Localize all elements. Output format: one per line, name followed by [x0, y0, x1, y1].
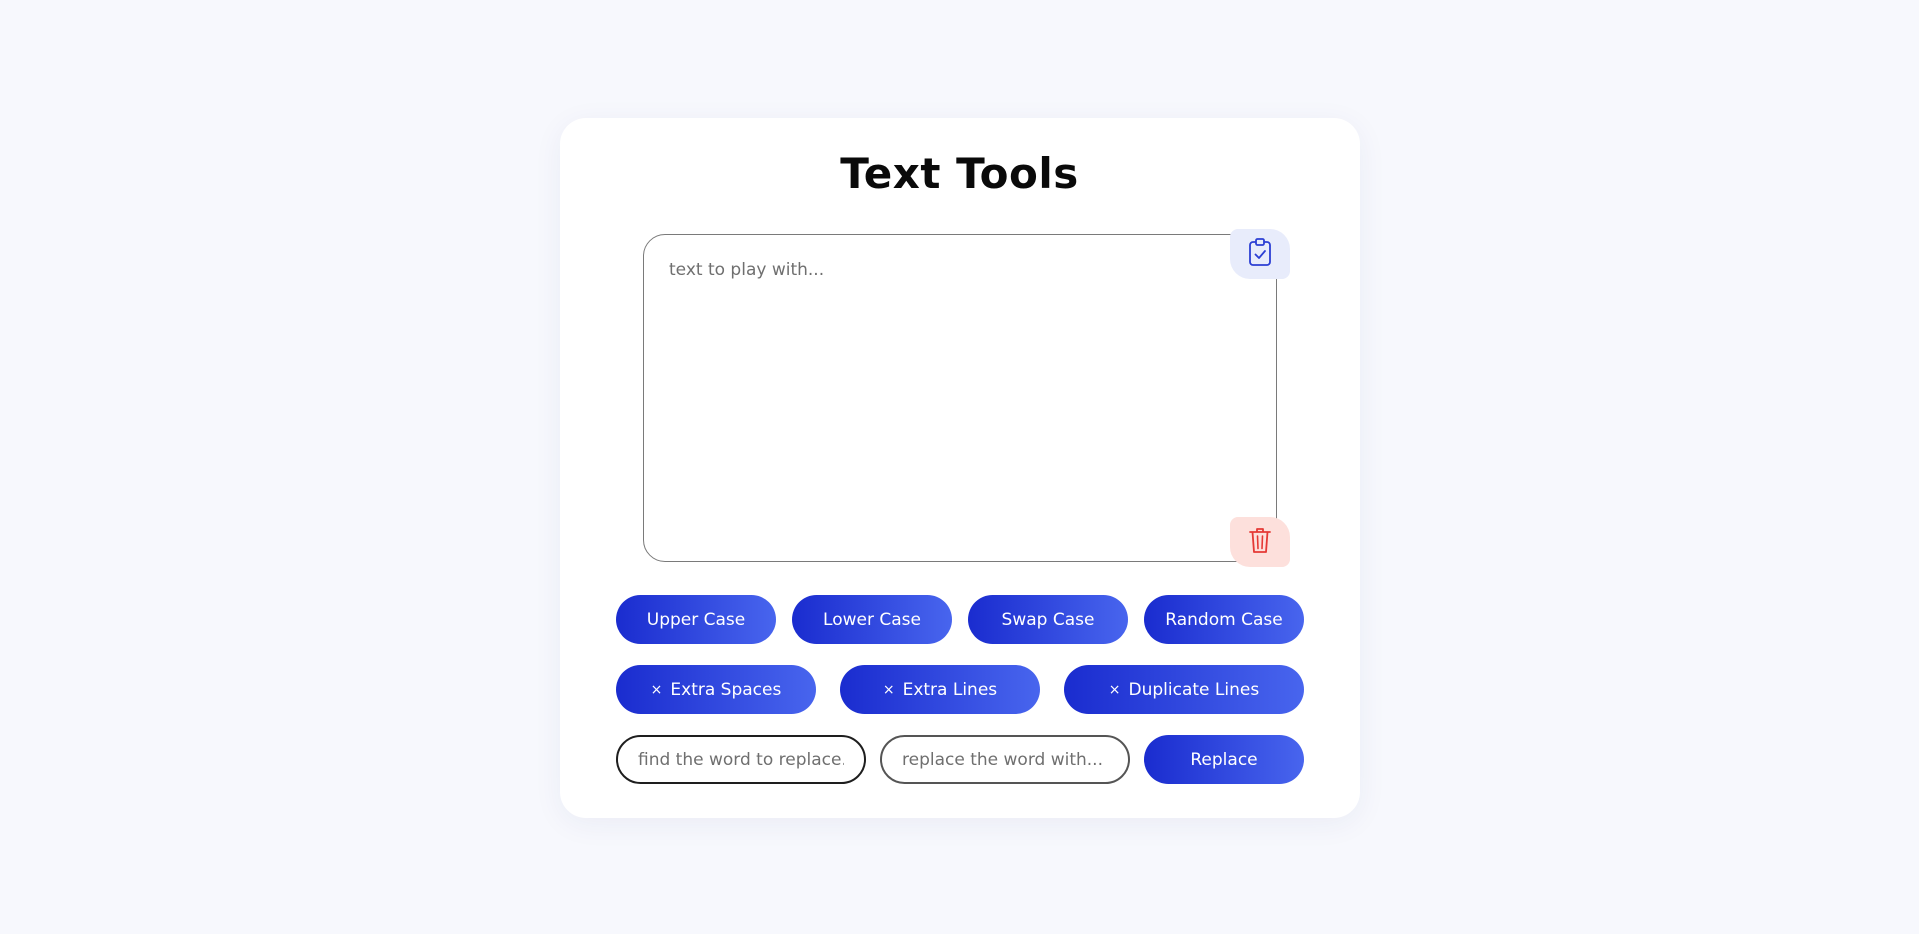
page-title: Text Tools — [840, 149, 1079, 198]
remove-extra-lines-button[interactable]: × Extra Lines — [840, 665, 1040, 714]
remove-duplicate-lines-button[interactable]: × Duplicate Lines — [1064, 665, 1304, 714]
random-case-button[interactable]: Random Case — [1144, 595, 1304, 644]
copy-button[interactable] — [1230, 229, 1290, 279]
replace-word-input[interactable] — [880, 735, 1130, 784]
swap-case-button[interactable]: Swap Case — [968, 595, 1128, 644]
remove-extra-lines-label: Extra Lines — [902, 679, 998, 700]
text-input-area[interactable] — [643, 234, 1277, 562]
replace-button-label: Replace — [1190, 749, 1258, 770]
lower-case-label: Lower Case — [823, 609, 921, 630]
upper-case-button[interactable]: Upper Case — [616, 595, 776, 644]
close-icon: × — [882, 681, 895, 698]
random-case-label: Random Case — [1165, 609, 1283, 630]
clipboard-check-icon — [1247, 237, 1273, 271]
remove-extra-spaces-label: Extra Spaces — [670, 679, 782, 700]
upper-case-label: Upper Case — [646, 609, 746, 630]
replace-button[interactable]: Replace — [1144, 735, 1304, 784]
find-word-input[interactable] — [616, 735, 866, 784]
trash-icon — [1247, 525, 1273, 559]
remove-extra-spaces-button[interactable]: × Extra Spaces — [616, 665, 816, 714]
clear-button[interactable] — [1230, 517, 1290, 567]
close-icon: × — [1108, 681, 1121, 698]
lower-case-button[interactable]: Lower Case — [792, 595, 952, 644]
swap-case-label: Swap Case — [1001, 609, 1095, 630]
remove-duplicate-lines-label: Duplicate Lines — [1128, 679, 1260, 700]
close-icon: × — [650, 681, 663, 698]
